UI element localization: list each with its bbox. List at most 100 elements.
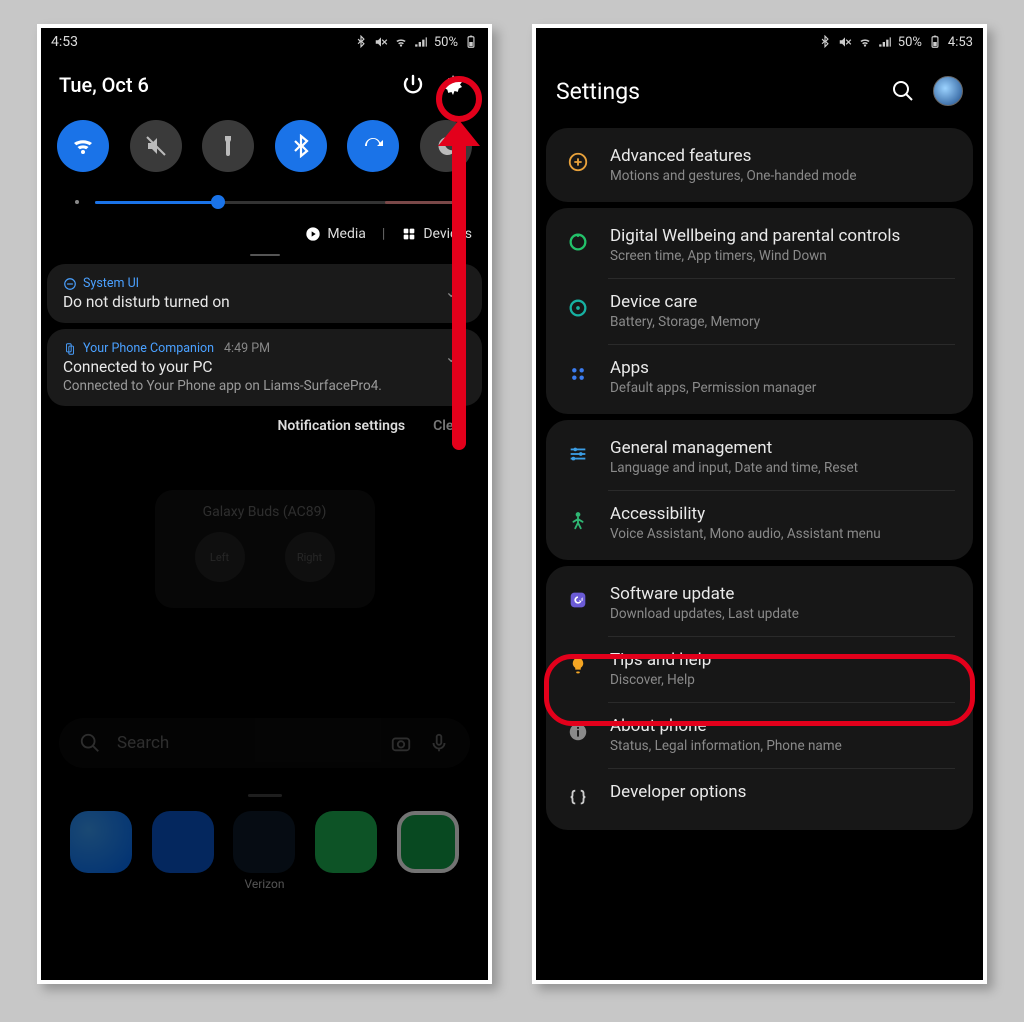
page-title: Settings xyxy=(556,78,640,105)
settings-row-advanced[interactable]: Advanced features Motions and gestures, … xyxy=(546,132,973,198)
bud-right: Right xyxy=(285,532,335,582)
mic-icon[interactable] xyxy=(428,732,450,754)
toggle-rotate[interactable] xyxy=(347,120,399,172)
settings-row-about[interactable]: About phone Status, Legal information, P… xyxy=(546,702,973,768)
annotation-arrow xyxy=(444,120,474,450)
toggle-sound[interactable] xyxy=(130,120,182,172)
bulb-icon xyxy=(564,652,592,680)
link-icon xyxy=(63,342,77,356)
settings-group: Digital Wellbeing and parental controls … xyxy=(546,208,973,414)
notification-title: Do not disturb turned on xyxy=(63,293,466,311)
app-messages[interactable] xyxy=(152,811,214,873)
bluetooth-icon xyxy=(818,35,832,49)
notification-your-phone[interactable]: Your Phone Companion 4:49 PM Connected t… xyxy=(47,329,482,406)
settings-row-title: About phone xyxy=(610,716,842,736)
settings-row-title: Advanced features xyxy=(610,146,856,166)
battery-percent: 50% xyxy=(434,35,458,50)
app-phone[interactable] xyxy=(397,811,459,873)
settings-row-subtitle: Language and input, Date and time, Reset xyxy=(610,460,858,476)
brightness-thumb[interactable] xyxy=(211,195,225,209)
battery-percent: 50% xyxy=(898,35,922,50)
power-icon xyxy=(401,73,425,97)
notification-title: Connected to your PC xyxy=(63,358,466,376)
toggle-bluetooth[interactable] xyxy=(275,120,327,172)
panel-drag-handle[interactable] xyxy=(41,250,488,258)
status-bar: 50% 4:53 xyxy=(536,28,983,56)
galaxy-buds-widget: Galaxy Buds (AC89) Left Right xyxy=(155,490,375,608)
wifi-icon xyxy=(394,35,408,49)
battery-icon xyxy=(464,35,478,49)
settings-group: General management Language and input, D… xyxy=(546,420,973,560)
braces-icon xyxy=(564,784,592,812)
signal-icon xyxy=(878,35,892,49)
toggle-flashlight[interactable] xyxy=(202,120,254,172)
settings-group: Software update Download updates, Last u… xyxy=(546,566,973,830)
app-edge[interactable]: Verizon xyxy=(233,811,295,873)
toggle-wifi[interactable] xyxy=(57,120,109,172)
settings-group: Advanced features Motions and gestures, … xyxy=(546,128,973,202)
media-devices-row: Media | Devices xyxy=(41,218,488,250)
wifi-icon xyxy=(858,35,872,49)
buds-name: Galaxy Buds (AC89) xyxy=(169,504,361,520)
settings-row-wellbeing[interactable]: Digital Wellbeing and parental controls … xyxy=(546,212,973,278)
settings-row-subtitle: Motions and gestures, One-handed mode xyxy=(610,168,856,184)
qs-date: Tue, Oct 6 xyxy=(59,73,149,97)
settings-row-apps[interactable]: Apps Default apps, Permission manager xyxy=(546,344,973,410)
mute-icon xyxy=(838,35,852,49)
app-spotify[interactable] xyxy=(315,811,377,873)
play-icon xyxy=(305,226,321,242)
settings-row-devopts[interactable]: Developer options xyxy=(546,768,973,826)
app-dock: Verizon xyxy=(59,811,470,881)
settings-row-subtitle: Voice Assistant, Mono audio, Assistant m… xyxy=(610,526,881,542)
settings-row-title: Device care xyxy=(610,292,760,312)
settings-row-subtitle: Default apps, Permission manager xyxy=(610,380,816,396)
quick-settings-header: Tue, Oct 6 xyxy=(41,56,488,110)
update-icon xyxy=(564,586,592,614)
settings-header: Settings xyxy=(536,56,983,122)
search-pill[interactable]: Search xyxy=(59,718,470,768)
account-avatar[interactable] xyxy=(933,76,963,106)
status-icons-right: 50% xyxy=(354,35,478,50)
brightness-track[interactable] xyxy=(95,201,458,204)
power-button[interactable] xyxy=(396,68,430,102)
settings-row-a11y[interactable]: Accessibility Voice Assistant, Mono audi… xyxy=(546,490,973,556)
notification-app-row: Your Phone Companion 4:49 PM xyxy=(63,341,466,356)
brightness-low-icon xyxy=(71,196,83,208)
settings-row-title: Digital Wellbeing and parental controls xyxy=(610,226,900,246)
media-label: Media xyxy=(327,226,366,242)
settings-row-general[interactable]: General management Language and input, D… xyxy=(546,424,973,490)
settings-row-title: Apps xyxy=(610,358,816,378)
app-messenger[interactable] xyxy=(70,811,132,873)
notification-actions: Notification settings Clear xyxy=(41,412,488,440)
settings-row-swupdate[interactable]: Software update Download updates, Last u… xyxy=(546,570,973,636)
settings-row-devicecare[interactable]: Device care Battery, Storage, Memory xyxy=(546,278,973,344)
phone-settings: 50% 4:53 Settings Advanced features Moti… xyxy=(532,24,987,984)
mute-icon xyxy=(374,35,388,49)
settings-row-subtitle: Download updates, Last update xyxy=(610,606,799,622)
devices-icon xyxy=(401,226,417,242)
signal-icon xyxy=(414,35,428,49)
settings-row-subtitle: Status, Legal information, Phone name xyxy=(610,738,842,754)
notification-body: Connected to Your Phone app on Liams-Sur… xyxy=(63,378,466,394)
settings-row-title: Tips and help xyxy=(610,650,711,670)
notification-app-row: System UI xyxy=(63,276,466,291)
info-icon xyxy=(564,718,592,746)
settings-row-title: General management xyxy=(610,438,858,458)
media-button[interactable]: Media xyxy=(305,226,366,242)
camera-icon[interactable] xyxy=(390,732,412,754)
ring-icon xyxy=(564,228,592,256)
mute-icon xyxy=(144,134,168,158)
wifi-icon xyxy=(71,134,95,158)
phone-quick-settings: 4:53 50% Tue, Oct 6 xyxy=(37,24,492,984)
bud-left: Left xyxy=(195,532,245,582)
search-icon[interactable] xyxy=(891,79,915,103)
dimmed-home-layer: Galaxy Buds (AC89) Left Right Search Ver… xyxy=(41,440,488,881)
notification-system-ui[interactable]: System UI Do not disturb turned on ⌄ xyxy=(47,264,482,323)
notification-settings-button[interactable]: Notification settings xyxy=(277,418,405,434)
brightness-slider[interactable] xyxy=(41,182,488,218)
dnd-icon xyxy=(63,277,77,291)
dock-handle[interactable] xyxy=(248,794,282,797)
search-placeholder: Search xyxy=(117,733,374,753)
settings-row-subtitle: Screen time, App timers, Wind Down xyxy=(610,248,900,264)
settings-row-tips[interactable]: Tips and help Discover, Help xyxy=(546,636,973,702)
